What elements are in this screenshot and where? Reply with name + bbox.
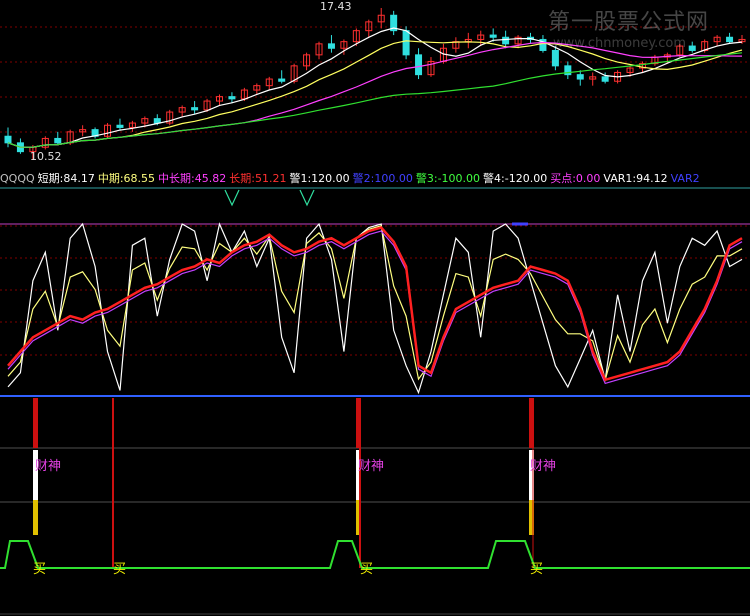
candle-body	[116, 124, 124, 128]
candle-body	[54, 137, 62, 144]
watermark-url: www.chnmoney.com	[553, 36, 687, 51]
legend-warn4: 警4:-120.00	[483, 172, 548, 185]
buy-label-3: 买	[360, 562, 374, 577]
candle-body	[601, 76, 609, 82]
legend-var1: VAR1:94.12	[603, 172, 668, 185]
buy-label-2: 买	[113, 562, 127, 577]
buy-label-1: 买	[33, 562, 47, 577]
candle-body	[576, 74, 584, 80]
candle-body	[502, 36, 510, 45]
signal-label-1: 财神	[35, 459, 62, 474]
signal-label-3: 财神	[530, 459, 557, 474]
ma-mid-line	[7, 40, 743, 148]
oscillator-midlong-line	[7, 230, 743, 385]
candle-body	[688, 45, 696, 51]
legend-midlong: 中长期:45.82	[158, 172, 227, 185]
legend-short: 短期:84.17	[37, 172, 95, 185]
candle-body	[402, 30, 410, 56]
legend-warn1: 警1:120.00	[289, 172, 350, 185]
legend-warn3: 警3:-100.00	[415, 172, 481, 185]
candle-body	[278, 78, 286, 82]
legend-mid: 中期:68.55	[97, 172, 156, 185]
signal-bar-low	[33, 500, 38, 535]
warn-mark	[299, 189, 315, 207]
ma-long-line	[7, 52, 743, 148]
buy-label-4: 买	[530, 562, 544, 577]
candle-body	[4, 135, 12, 144]
ma-midlong-line	[7, 41, 743, 148]
warn-mark	[224, 189, 240, 207]
candle-body	[415, 54, 423, 76]
candle-body	[551, 49, 559, 67]
watermark-text: 第一股票公式网	[548, 10, 710, 35]
oscillator-short-line	[7, 222, 743, 395]
price-high-label: 17.43	[320, 0, 352, 13]
signal-label-2: 财神	[358, 459, 385, 474]
candle-body	[228, 96, 236, 100]
candle-body	[191, 107, 199, 111]
legend-buypoint: 买点:0.00	[550, 172, 601, 185]
chart-canvas: 第一股票公式网 www.chnmoney.com 17.43 10.52 QQQ…	[0, 0, 750, 616]
candle-body	[327, 43, 335, 49]
candle-body	[153, 118, 161, 124]
legend-warn2: 警2:100.00	[352, 172, 413, 185]
indicator-legend: QQQQ 短期:84.17 中期:68.55 中长期:45.82 长期:51.21 警1:…	[0, 170, 703, 186]
signal-bar-top	[33, 398, 38, 448]
legend-qqqq: QQQQ	[0, 172, 35, 185]
legend-long: 长期:51.21	[229, 172, 287, 185]
chart-svg	[0, 8, 750, 615]
candle-body	[489, 34, 497, 38]
legend-var2: VAR2	[670, 172, 700, 185]
price-low-label: 10.52	[30, 150, 62, 163]
candle-body	[726, 36, 734, 43]
